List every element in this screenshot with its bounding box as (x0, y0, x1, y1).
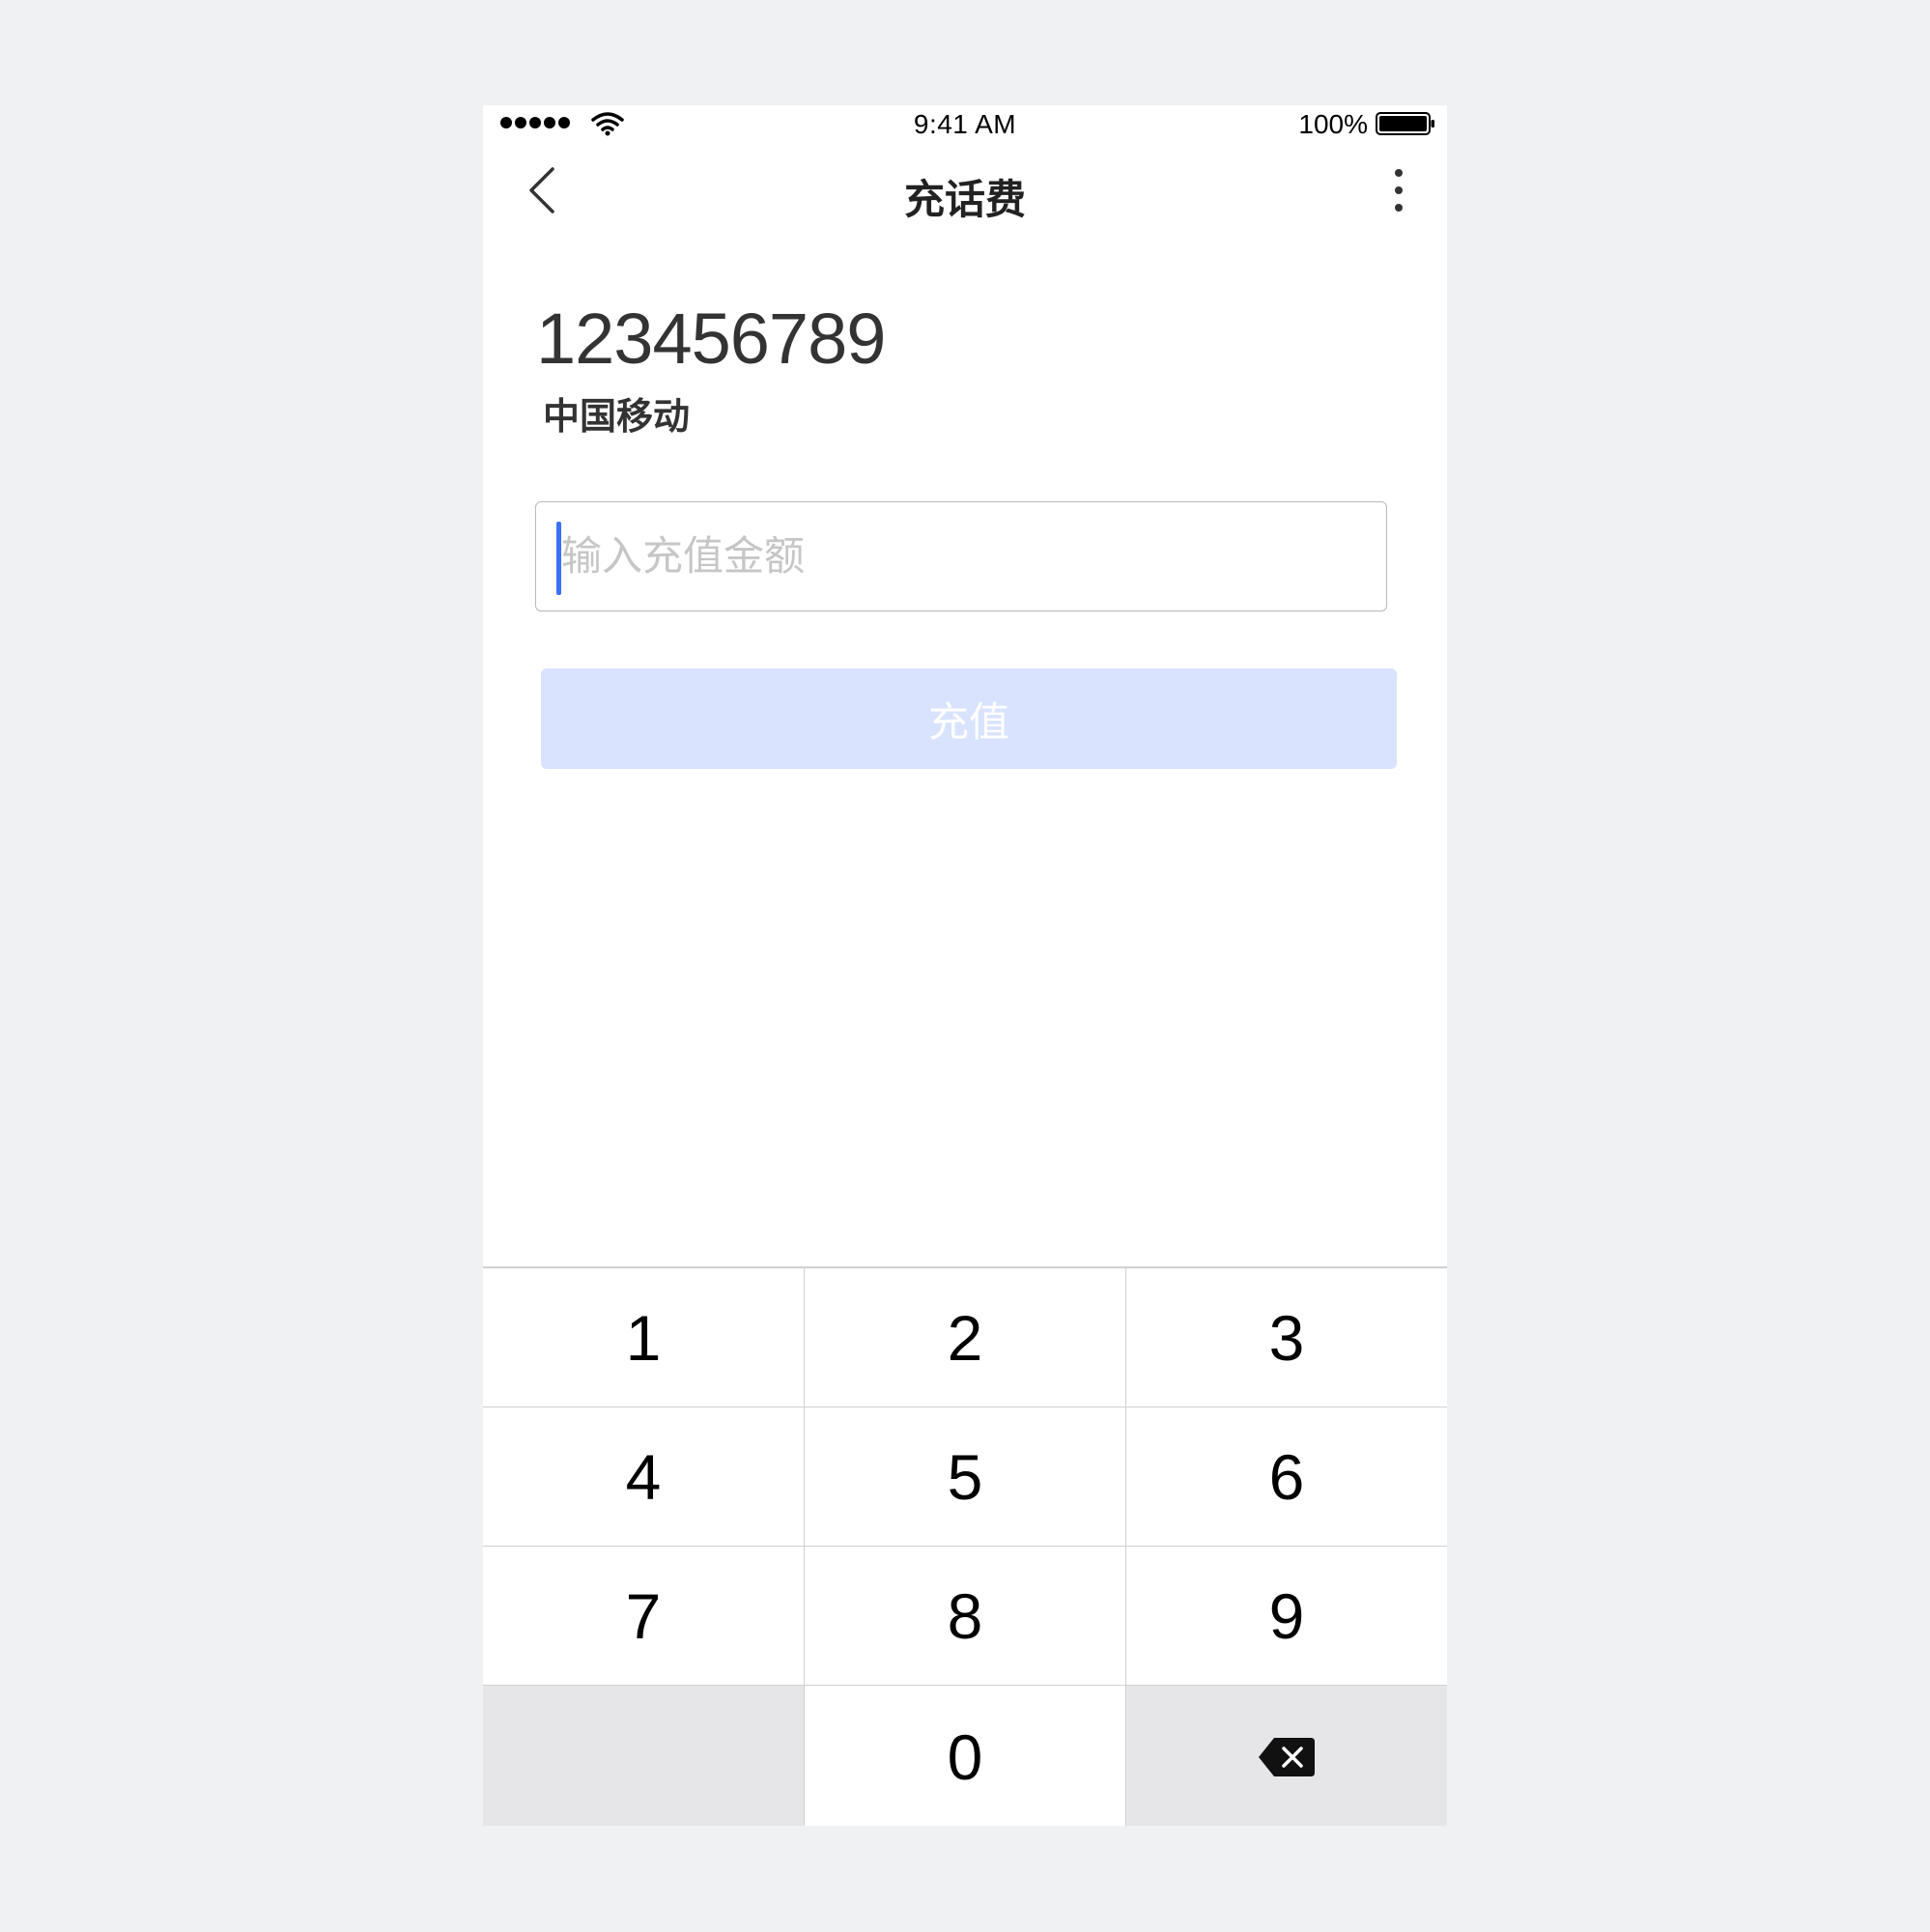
status-bar: 9:41 AM 100% (483, 105, 1447, 142)
numeric-keypad: 1 2 3 4 5 6 7 8 9 0 (483, 1266, 1447, 1826)
amount-input-box[interactable] (535, 501, 1387, 611)
key-7[interactable]: 7 (483, 1547, 805, 1686)
key-0[interactable]: 0 (805, 1686, 1126, 1826)
more-vertical-icon[interactable] (1389, 165, 1408, 215)
delete-key[interactable] (1126, 1686, 1447, 1826)
key-4[interactable]: 4 (483, 1407, 805, 1547)
battery-full-icon (1376, 112, 1434, 135)
key-9[interactable]: 9 (1126, 1547, 1447, 1686)
key-5[interactable]: 5 (805, 1407, 1126, 1547)
carrier-name: 中国移动 (543, 395, 691, 438)
key-3[interactable]: 3 (1126, 1268, 1447, 1407)
key-1[interactable]: 1 (483, 1268, 805, 1407)
battery-percent: 100% (1298, 109, 1368, 139)
key-6[interactable]: 6 (1126, 1407, 1447, 1547)
navigation-bar: 充话费 (483, 142, 1447, 239)
key-blank (483, 1686, 805, 1826)
key-8[interactable]: 8 (805, 1547, 1126, 1686)
page-title: 充话费 (903, 176, 1026, 223)
key-2[interactable]: 2 (805, 1268, 1126, 1407)
phone-screen: 9:41 AM 100% 充话费 123456789 中国移动 充值 1 2 3… (483, 105, 1447, 1826)
recharge-button[interactable]: 充值 (541, 668, 1397, 769)
phone-number: 123456789 (536, 298, 886, 379)
amount-input[interactable] (561, 502, 1373, 609)
backspace-icon (1259, 1737, 1315, 1776)
